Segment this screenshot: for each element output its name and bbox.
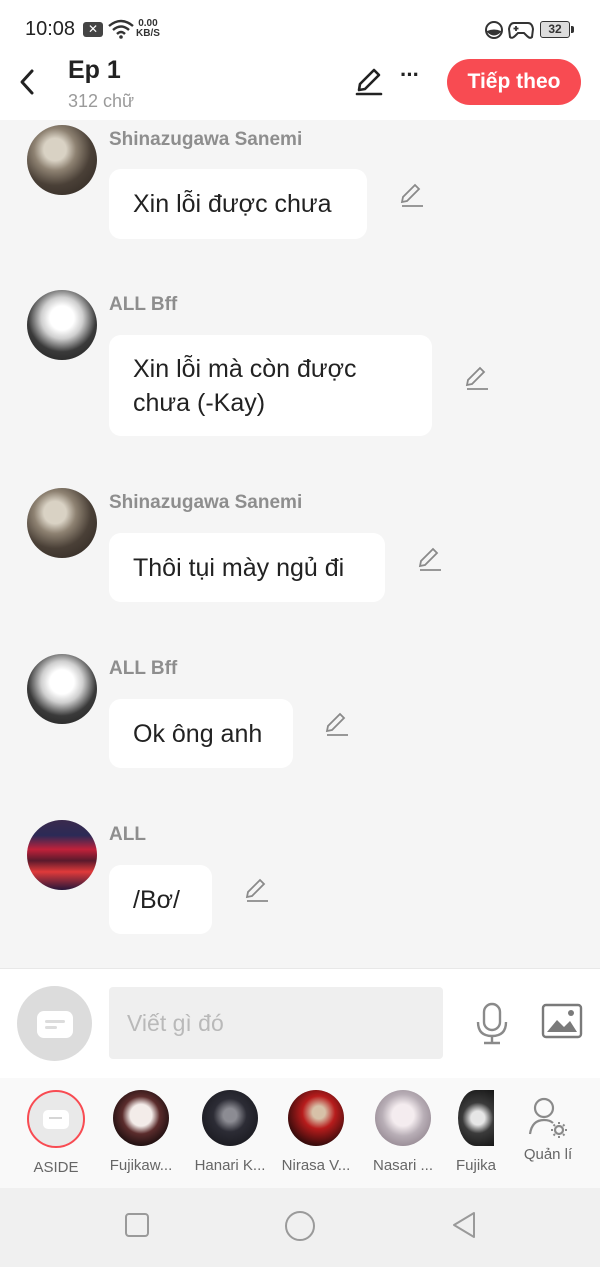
episode-title: Ep 1 <box>68 56 121 84</box>
home-circle-icon[interactable] <box>284 1210 316 1242</box>
character-avatar <box>375 1090 431 1146</box>
character-nirasa[interactable]: Nirasa V... <box>270 1090 362 1174</box>
avatar-shinazugawa-sanemi[interactable] <box>27 488 97 558</box>
aside-toggle-button[interactable] <box>17 986 92 1061</box>
edit-message-icon[interactable] <box>244 877 270 903</box>
back-arrow-icon[interactable] <box>14 64 42 100</box>
network-speed-unit: KB/S <box>136 28 160 39</box>
message-sender: ALL Bff <box>109 658 178 679</box>
edit-message-icon[interactable] <box>464 365 490 391</box>
aside-avatar <box>27 1090 85 1148</box>
character-avatar <box>113 1090 169 1146</box>
character-name: Quản lí <box>523 1146 573 1163</box>
back-triangle-icon[interactable] <box>450 1210 478 1240</box>
character-avatar <box>288 1090 344 1146</box>
character-strip: ASIDE Fujikaw... Hanari K... Nirasa V...… <box>0 1078 600 1188</box>
avatar-all-bff[interactable] <box>27 290 97 360</box>
message-bubble[interactable]: Thôi tụi mày ngủ đi <box>109 533 385 602</box>
character-avatar <box>202 1090 258 1146</box>
system-nav-bar <box>0 1188 600 1267</box>
message-composer <box>0 968 600 1078</box>
edit-pencil-icon[interactable] <box>354 66 384 96</box>
chat-bubble-icon <box>36 1010 73 1038</box>
data-saver-icon <box>485 21 503 39</box>
character-name: Nirasa V... <box>281 1157 351 1174</box>
x-icon: ✕ <box>83 22 103 37</box>
character-aside[interactable]: ASIDE <box>10 1090 102 1176</box>
editor-header: Ep 1 312 chữ ··· Tiếp theo <box>0 56 600 120</box>
edit-message-icon[interactable] <box>417 546 443 572</box>
network-speed: 0.00 KB/S <box>136 19 160 39</box>
battery-icon: 32 <box>540 21 574 38</box>
avatar-shinazugawa-sanemi[interactable] <box>27 125 97 195</box>
message-sender: ALL <box>109 824 146 845</box>
message-bubble[interactable]: Xin lỗi mà còn được chưa (-Kay) <box>109 335 432 436</box>
character-hanari[interactable]: Hanari K... <box>184 1090 276 1174</box>
edit-message-icon[interactable] <box>399 182 425 208</box>
character-fujikawa[interactable]: Fujikaw... <box>95 1090 187 1174</box>
character-name: ASIDE <box>33 1159 79 1176</box>
status-time: 10:08 <box>25 18 76 40</box>
chat-bubble-icon <box>43 1110 69 1129</box>
message-input[interactable] <box>109 987 443 1059</box>
message-bubble[interactable]: /Bơ/ <box>109 865 212 934</box>
manage-characters-button[interactable]: Quản lí <box>502 1090 594 1163</box>
edit-message-icon[interactable] <box>324 711 350 737</box>
next-button[interactable]: Tiếp theo <box>447 59 581 105</box>
character-avatar <box>458 1090 494 1146</box>
wifi-icon <box>108 19 134 39</box>
game-mode-icon <box>508 22 534 39</box>
message-sender: Shinazugawa Sanemi <box>109 492 303 513</box>
chat-area[interactable]: Shinazugawa Sanemi Xin lỗi được chưa ALL… <box>0 120 600 968</box>
recents-square-icon[interactable] <box>124 1212 150 1238</box>
word-count: 312 chữ <box>68 91 135 111</box>
status-bar: 10:08 ✕ 0.00 KB/S 32 <box>0 0 600 56</box>
character-name: Fujikaw... <box>109 1157 173 1174</box>
message-bubble[interactable]: Xin lỗi được chưa <box>109 169 367 239</box>
person-settings-icon <box>528 1097 567 1138</box>
avatar-all[interactable] <box>27 820 97 890</box>
message-sender: ALL Bff <box>109 294 178 315</box>
character-name: Hanari K... <box>194 1157 266 1174</box>
microphone-icon[interactable] <box>474 1002 510 1046</box>
more-options-icon[interactable]: ··· <box>400 62 428 92</box>
image-icon[interactable] <box>541 1003 583 1039</box>
avatar-all-bff[interactable] <box>27 654 97 724</box>
message-sender: Shinazugawa Sanemi <box>109 129 303 150</box>
message-bubble[interactable]: Ok ông anh <box>109 699 293 768</box>
